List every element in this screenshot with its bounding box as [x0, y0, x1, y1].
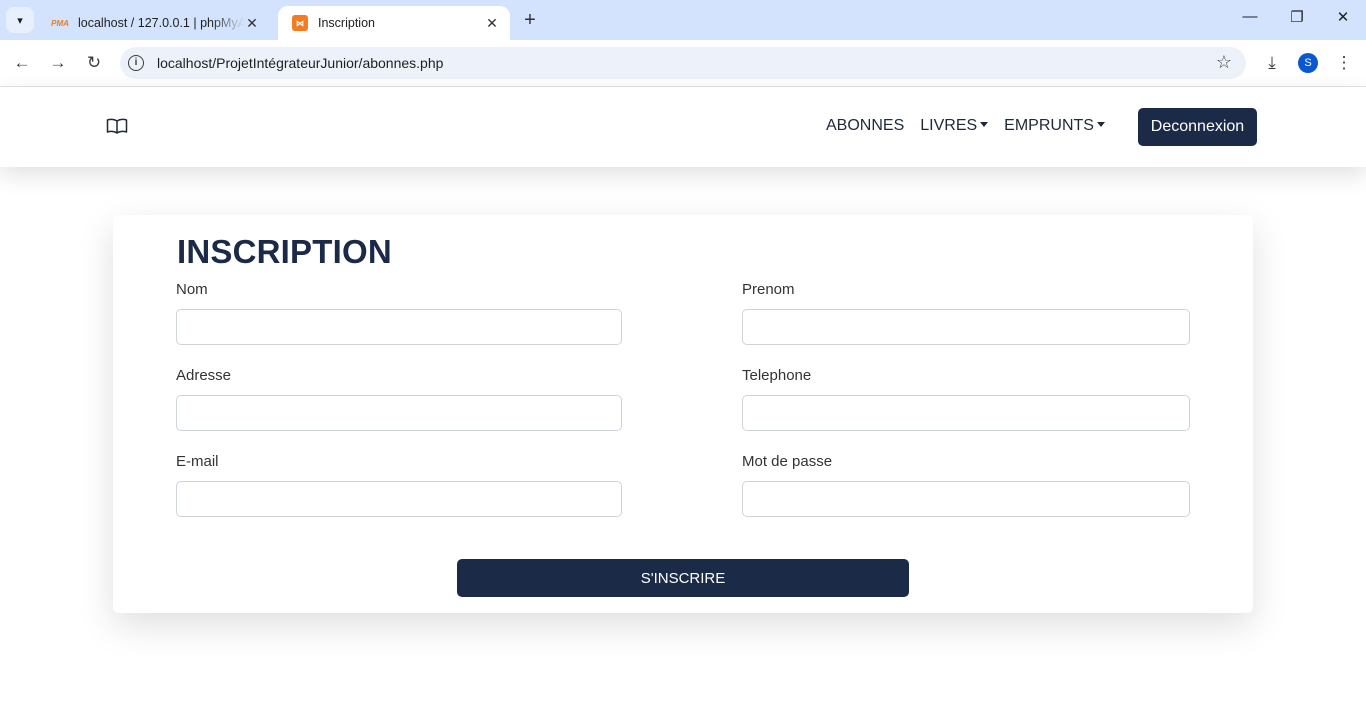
adresse-input[interactable]: [176, 395, 622, 431]
minimize-icon[interactable]: —: [1238, 8, 1262, 25]
browser-tabstrip: ▾ PMA localhost / 127.0.0.1 | phpMyAdmin…: [0, 0, 1366, 40]
forward-icon[interactable]: →: [46, 51, 70, 75]
nav-link-label: LIVRES: [920, 117, 978, 134]
nav-link-label: ABONNES: [826, 117, 905, 134]
tab-search-icon[interactable]: ▾: [6, 7, 34, 33]
phpmyadmin-icon: PMA: [51, 18, 69, 28]
tab-title: Inscription: [318, 16, 375, 30]
nom-input[interactable]: [176, 309, 622, 345]
tab-title: localhost / 127.0.0.1 | phpMyAdmin: [78, 16, 244, 30]
tab-phpmyadmin[interactable]: PMA localhost / 127.0.0.1 | phpMyAdmin ✕: [38, 6, 270, 40]
prenom-label: Prenom: [742, 281, 795, 298]
bookmark-star-icon[interactable]: ☆: [1216, 52, 1232, 73]
window-close-icon[interactable]: ✕: [1331, 8, 1355, 26]
telephone-label: Telephone: [742, 367, 812, 384]
caret-down-icon: [980, 122, 989, 128]
download-icon[interactable]: ⤓: [1260, 51, 1284, 75]
email-label: E-mail: [176, 453, 219, 470]
nav-link-label: EMPRUNTS: [1004, 117, 1094, 134]
tab-inscription[interactable]: ⋈ Inscription ✕: [278, 6, 510, 40]
profile-avatar[interactable]: S: [1298, 53, 1318, 73]
password-label: Mot de passe: [742, 453, 833, 470]
back-icon[interactable]: ←: [10, 51, 34, 75]
email-input[interactable]: [176, 481, 622, 517]
site-navbar: ABONNES LIVRES EMPRUNTS Deconnexion: [0, 87, 1366, 167]
nav-link-abonnes[interactable]: ABONNES: [826, 117, 904, 135]
nom-label: Nom: [176, 281, 208, 298]
registration-card: INSCRIPTION Nom Prenom Adresse Telephone…: [113, 215, 1253, 613]
reload-icon[interactable]: ↻: [82, 51, 106, 75]
menu-icon[interactable]: ⋮: [1332, 51, 1356, 75]
page-title: INSCRIPTION: [177, 233, 392, 270]
close-icon[interactable]: ✕: [484, 15, 500, 32]
browser-toolbar: ← → ↻ i localhost/ProjetIntégrateurJunio…: [0, 40, 1366, 87]
book-icon[interactable]: [106, 117, 128, 135]
caret-down-icon: [1096, 122, 1105, 128]
prenom-input[interactable]: [742, 309, 1190, 345]
site-info-icon[interactable]: i: [128, 55, 144, 71]
nav-link-emprunts[interactable]: EMPRUNTS: [1004, 117, 1105, 135]
logout-button[interactable]: Deconnexion: [1138, 108, 1257, 146]
xampp-icon: ⋈: [292, 15, 308, 31]
restore-icon[interactable]: ❐: [1285, 8, 1309, 26]
telephone-input[interactable]: [742, 395, 1190, 431]
submit-button[interactable]: S'INSCRIRE: [457, 559, 909, 597]
nav-link-livres[interactable]: LIVRES: [920, 117, 989, 135]
new-tab-icon[interactable]: +: [520, 10, 540, 30]
nav-links: ABONNES LIVRES EMPRUNTS: [826, 117, 1121, 135]
adresse-label: Adresse: [176, 367, 232, 384]
close-icon[interactable]: ✕: [244, 15, 260, 32]
url-text[interactable]: localhost/ProjetIntégrateurJunior/abonne…: [157, 55, 443, 71]
address-bar[interactable]: i localhost/ProjetIntégrateurJunior/abon…: [120, 47, 1246, 79]
password-input[interactable]: [742, 481, 1190, 517]
